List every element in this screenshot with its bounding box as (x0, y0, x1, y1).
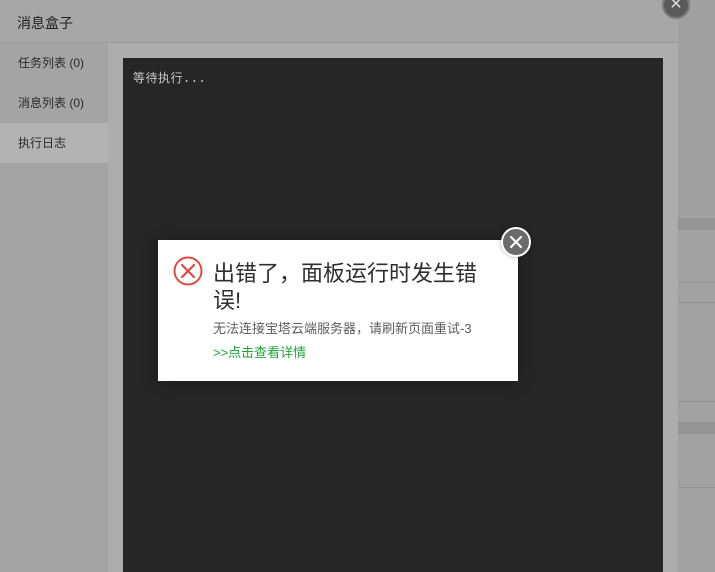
sidebar-item-task-list[interactable]: 任务列表 (0) (0, 43, 108, 83)
error-message: 无法连接宝塔云端服务器，请刷新页面重试-3 (213, 321, 472, 336)
background-divider (678, 218, 715, 230)
background-divider (678, 401, 715, 402)
background-divider (678, 422, 715, 434)
message-box-title: 消息盒子 (17, 15, 73, 31)
error-dialog: 出错了，面板运行时发生错误! 无法连接宝塔云端服务器，请刷新页面重试-3 >>点… (158, 240, 518, 381)
error-icon (173, 256, 203, 286)
message-box-sidebar: 任务列表 (0) 消息列表 (0) 执行日志 (0, 43, 108, 572)
error-dialog-close-button[interactable] (501, 227, 531, 257)
sidebar-item-message-list[interactable]: 消息列表 (0) (0, 83, 108, 123)
background-divider (678, 487, 715, 488)
error-title: 出错了，面板运行时发生错误! (213, 261, 478, 313)
console-status-text: 等待执行... (133, 71, 207, 85)
message-box-header: 消息盒子 (0, 0, 678, 43)
sidebar-item-execution-log[interactable]: 执行日志 (0, 123, 108, 163)
view-details-link[interactable]: >>点击查看详情 (213, 342, 306, 361)
background-divider (678, 282, 715, 283)
background-panel (678, 0, 715, 218)
background-divider (678, 302, 715, 303)
close-icon: ✕ (669, 0, 683, 13)
close-icon (509, 235, 523, 249)
